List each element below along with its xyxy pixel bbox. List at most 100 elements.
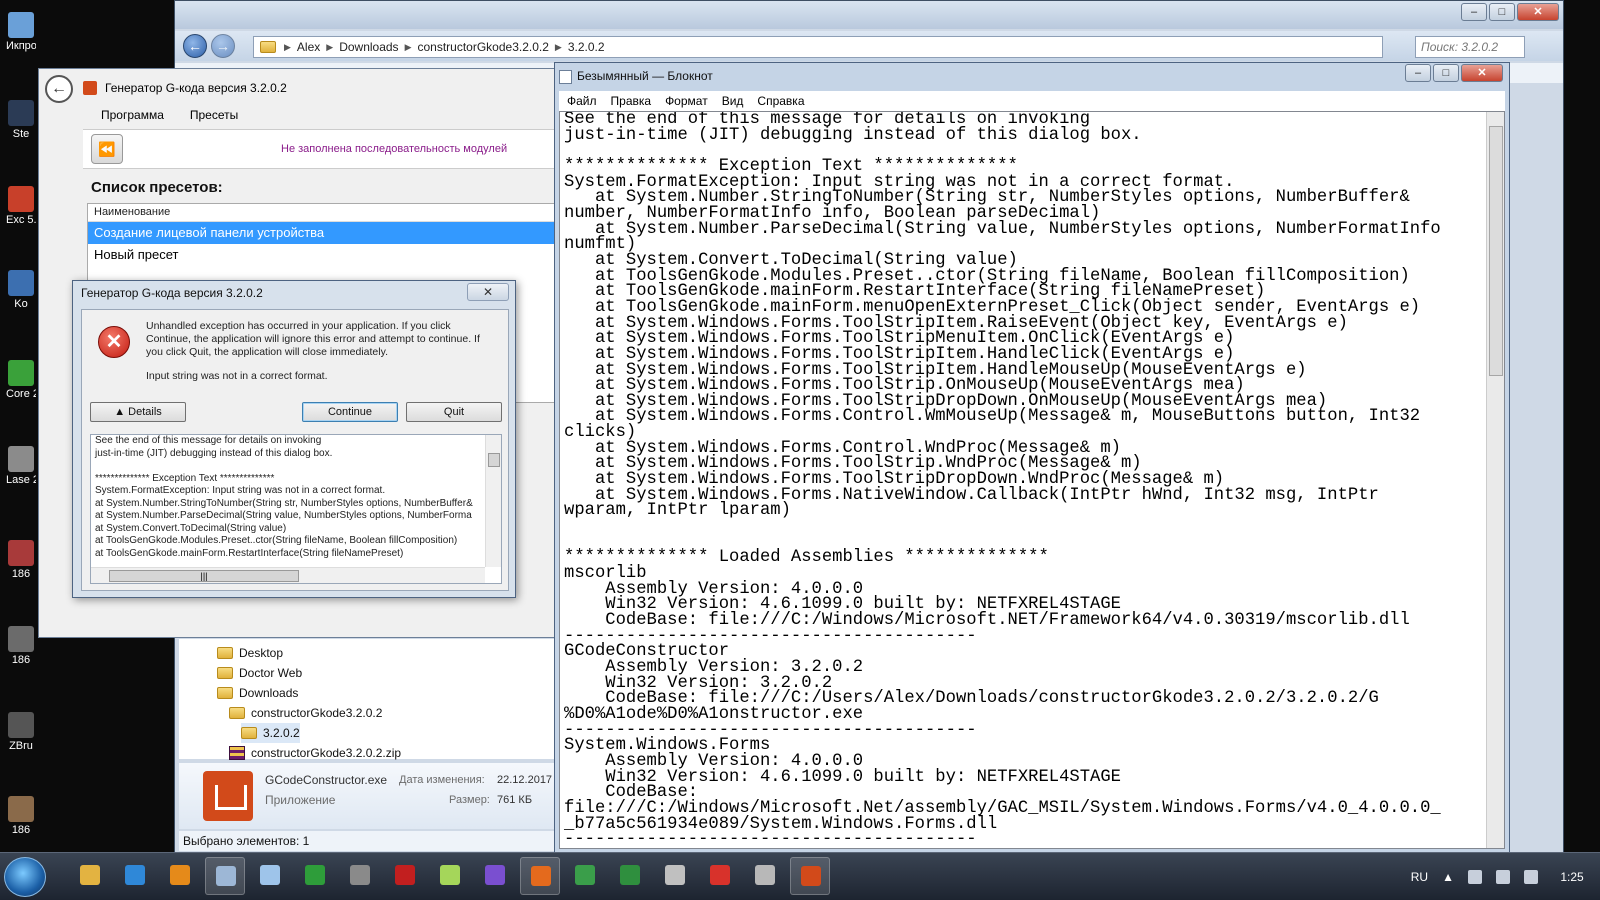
language-indicator[interactable]: RU — [1411, 870, 1428, 884]
details-size-value: 761 КБ — [497, 794, 533, 806]
network-icon[interactable] — [1496, 870, 1510, 884]
close-icon[interactable]: ✕ — [467, 283, 509, 301]
tree-item[interactable]: constructorGkode3.2.0.2.zip — [229, 743, 401, 763]
chevron-right-icon: ▶ — [326, 41, 334, 52]
details-type: Приложение — [265, 793, 336, 807]
taskbar-ie-button[interactable] — [115, 857, 155, 895]
details-button[interactable]: ▲ Details — [90, 402, 186, 422]
taskbar-editor-button[interactable] — [655, 857, 695, 895]
tree-item[interactable]: Desktop — [217, 643, 283, 663]
breadcrumb-item[interactable]: Alex — [297, 40, 320, 54]
vertical-scrollbar[interactable] — [485, 435, 501, 567]
forward-arrow-icon[interactable]: → — [211, 34, 235, 58]
notepadpp-icon — [440, 865, 460, 885]
tree-item-label: Downloads — [239, 686, 299, 700]
ie-icon — [125, 865, 145, 885]
shortcut-icon — [8, 186, 34, 212]
continue-button[interactable]: Continue — [302, 402, 398, 422]
rewind-icon[interactable]: ⏪ — [91, 134, 123, 164]
taskbar-excel-button[interactable] — [610, 857, 650, 895]
back-arrow-icon[interactable]: ← — [183, 34, 207, 58]
close-button[interactable]: ✕ — [1517, 3, 1559, 21]
shortcut-icon — [8, 270, 34, 296]
taskbar-acrobat-button[interactable] — [385, 857, 425, 895]
taskbar-firefox-button[interactable] — [520, 857, 560, 895]
tree-item[interactable]: Downloads — [217, 683, 298, 703]
desktop-shortcut[interactable]: 186 — [6, 626, 36, 666]
menu-item[interactable]: Справка — [757, 94, 804, 108]
flag-icon[interactable] — [1468, 870, 1482, 884]
taskbar-chrome-button[interactable] — [565, 857, 605, 895]
volume-icon[interactable] — [1524, 870, 1538, 884]
tree-item[interactable]: Doctor Web — [217, 663, 302, 683]
menu-item[interactable]: Программа — [101, 108, 164, 124]
trace-textbox[interactable]: See the end of this message for details … — [90, 434, 502, 584]
desktop-shortcut[interactable]: Икпро — [6, 12, 36, 52]
menu-item[interactable]: Вид — [722, 94, 744, 108]
taskbar-viber-button[interactable] — [475, 857, 515, 895]
desktop-shortcut[interactable]: Core 2017 — [6, 360, 36, 400]
folder-tree: Desktop Doctor Web Downloads constructorGko… — [179, 639, 559, 760]
desktop-shortcut[interactable]: Exc 5.4 — [6, 186, 36, 226]
desktop-shortcut[interactable]: Ste — [6, 100, 36, 140]
taskbar-app-button[interactable] — [340, 857, 380, 895]
tree-item-label: 3.2.0.2 — [263, 726, 300, 740]
explorer-address-bar: ← → ▶ Alex ▶ Downloads ▶ constructorGkode3.2.… — [175, 31, 1563, 61]
desktop-shortcut[interactable]: ZBru — [6, 712, 36, 752]
taskbar-tool-button[interactable] — [745, 857, 785, 895]
address-field[interactable]: ▶ Alex ▶ Downloads ▶ constructorGkode3.2.0.2 ▶… — [253, 36, 1383, 58]
notepad-textarea[interactable]: See the end of this message for details … — [559, 111, 1505, 849]
breadcrumb-item[interactable]: 3.2.0.2 — [568, 40, 605, 54]
notepad-icon — [559, 70, 572, 84]
menu-item[interactable]: Правка — [611, 94, 652, 108]
taskbar-game-button[interactable] — [295, 857, 335, 895]
tree-item[interactable]: constructorGkode3.2.0.2 — [229, 703, 382, 723]
details-modified-label: Дата изменения: — [399, 774, 485, 786]
menu-item[interactable]: Файл — [567, 94, 597, 108]
desktop-shortcut[interactable]: Lase 20 — [6, 446, 36, 486]
tree-item[interactable]: 3.2.0.2 — [241, 723, 300, 743]
taskbar-notepadpp-button[interactable] — [430, 857, 470, 895]
horizontal-scrollbar[interactable]: ||| — [91, 567, 485, 583]
maximize-button[interactable]: □ — [1489, 3, 1515, 21]
close-button[interactable]: ✕ — [1461, 64, 1503, 82]
desktop-shortcut[interactable]: 186 — [6, 540, 36, 580]
tool-icon — [755, 865, 775, 885]
preset-row[interactable]: Создание лицевой панели устройства — [88, 222, 554, 244]
breadcrumb-item[interactable]: constructorGkode3.2.0.2 — [417, 40, 548, 54]
trace-line: ************** Exception Text **********… — [95, 472, 275, 484]
taskbar-yandex-button[interactable] — [700, 857, 740, 895]
minimize-button[interactable]: – — [1461, 3, 1487, 21]
trace-line — [91, 460, 501, 473]
desktop-shortcut[interactable]: 186 — [6, 796, 36, 836]
desktop-shortcut[interactable]: Ko — [6, 270, 36, 310]
desktop-icons: Икпро Ste Exc 5.4 Ko Core 2017 Lase 20 186 186 Z… — [0, 0, 40, 870]
back-arrow-icon[interactable]: ← — [45, 75, 73, 103]
chevron-up-icon[interactable]: ▲ — [1442, 870, 1454, 884]
clock[interactable]: 1:25 — [1552, 870, 1592, 884]
preset-list-header[interactable]: Наименование — [88, 204, 554, 222]
details-filename: GCodeConstructor.exe — [265, 773, 388, 787]
shortcut-label: Икпро — [6, 40, 36, 52]
chevron-right-icon: ▶ — [404, 41, 412, 52]
text-line: ---------------------------------------- — [564, 830, 977, 849]
folder-icon — [241, 727, 257, 739]
taskbar-media-player-button[interactable] — [160, 857, 200, 895]
folder-icon — [217, 667, 233, 679]
minimize-button[interactable]: – — [1405, 64, 1431, 82]
details-modified-value: 22.12.2017 — [497, 774, 553, 786]
quit-button[interactable]: Quit — [406, 402, 502, 422]
preset-row[interactable]: Новый пресет — [88, 244, 554, 266]
search-input[interactable]: Поиск: 3.2.0.2 — [1415, 36, 1525, 58]
taskbar-notepad-button[interactable] — [250, 857, 290, 895]
taskbar-explorer-button[interactable] — [70, 857, 110, 895]
vertical-scrollbar[interactable] — [1486, 112, 1504, 848]
maximize-button[interactable]: □ — [1433, 64, 1459, 82]
breadcrumb-item[interactable]: Downloads — [339, 40, 398, 54]
taskbar-window-button[interactable] — [205, 857, 245, 895]
menu-item[interactable]: Формат — [665, 94, 708, 108]
start-button[interactable] — [4, 857, 46, 897]
taskbar-gcode-button[interactable] — [790, 857, 830, 895]
shortcut-label: 186 — [11, 568, 31, 580]
menu-item[interactable]: Пресеты — [190, 108, 238, 124]
